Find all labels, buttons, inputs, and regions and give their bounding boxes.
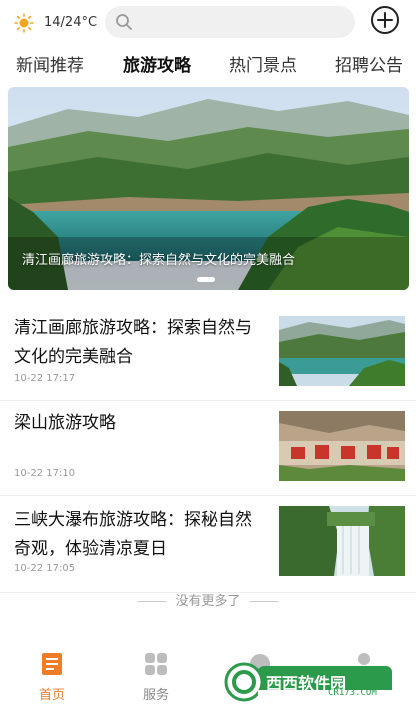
carousel-indicator xyxy=(197,277,215,282)
banner-caption: 清江画廊旅游攻略：探索自然与文化的完美融合 xyxy=(22,253,296,268)
tab-travel-guide[interactable]: 旅游攻略 xyxy=(123,54,191,78)
top-bar: 14/24°C xyxy=(0,0,416,46)
category-tabs: 新闻推荐 旅游攻略 热门景点 招聘公告 xyxy=(0,46,416,86)
divider xyxy=(248,601,279,602)
news-time: 10-22 17:05 xyxy=(14,563,76,574)
news-title: 梁山旅游攻略 xyxy=(14,413,116,433)
tab-news[interactable]: 新闻推荐 xyxy=(16,54,84,78)
news-thumbnail xyxy=(279,411,405,481)
nav-service-label: 服务 xyxy=(142,688,169,703)
divider xyxy=(137,601,168,602)
nav-service[interactable]: 服务 xyxy=(126,650,186,703)
banner-carousel[interactable]: 清江画廊旅游攻略：探索自然与文化的完美融合 xyxy=(8,87,409,290)
list-end-indicator: 没有更多了 xyxy=(0,590,416,609)
news-time: 10-22 17:17 xyxy=(14,373,76,384)
no-more-text: 没有更多了 xyxy=(175,594,241,609)
news-thumbnail xyxy=(279,316,405,386)
news-time: 10-22 17:10 xyxy=(14,468,76,479)
search-icon xyxy=(116,14,132,30)
watermark: 西西软件园 CR173.COM xyxy=(218,660,396,704)
watermark-url: CR173.COM xyxy=(328,688,377,698)
sun-icon xyxy=(14,13,34,33)
list-item[interactable]: 三峡大瀑布旅游攻略：探秘自然奇观，体验清凉夏日 10-22 17:05 xyxy=(0,496,416,593)
add-circle-icon[interactable] xyxy=(370,5,400,35)
home-icon xyxy=(42,653,62,675)
weather-temperature: 14/24°C xyxy=(44,15,98,30)
list-item[interactable]: 梁山旅游攻略 10-22 17:10 xyxy=(0,401,416,496)
tab-hot-spots[interactable]: 热门景点 xyxy=(229,54,297,78)
tab-recruitment[interactable]: 招聘公告 xyxy=(335,54,403,78)
news-title: 三峡大瀑布旅游攻略：探秘自然奇观，体验清凉夏日 xyxy=(14,510,252,559)
news-thumbnail xyxy=(279,506,405,576)
nav-home-label: 首页 xyxy=(38,688,65,703)
grid-icon xyxy=(145,653,167,675)
search-input[interactable] xyxy=(139,10,339,34)
search-bar[interactable] xyxy=(105,6,355,38)
nav-home[interactable]: 首页 xyxy=(22,650,82,703)
list-item[interactable]: 清江画廊旅游攻略：探索自然与文化的完美融合 10-22 17:17 xyxy=(0,306,416,401)
news-title: 清江画廊旅游攻略：探索自然与文化的完美融合 xyxy=(14,318,252,367)
